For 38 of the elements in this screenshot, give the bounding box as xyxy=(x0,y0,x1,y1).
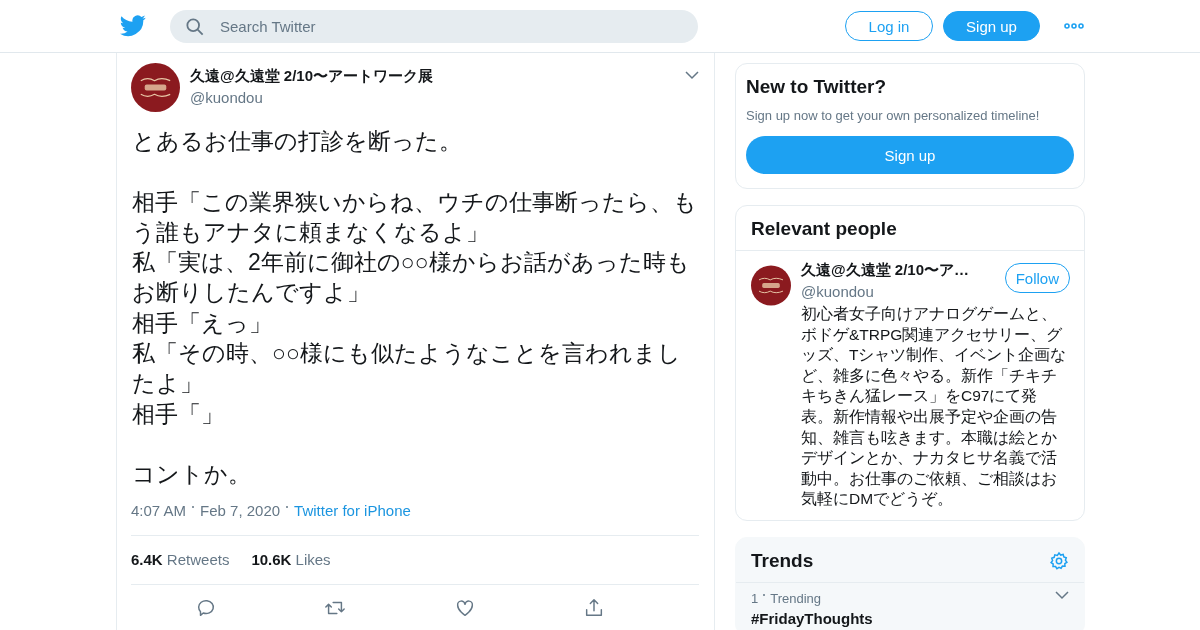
user-name[interactable]: 久遠@久遠堂 2/10〜アートワーク展 xyxy=(190,67,675,86)
bird-logo-icon[interactable] xyxy=(120,15,146,37)
stat-count: 6.4K xyxy=(131,550,163,568)
tweet-text-line: 相手「」 xyxy=(132,399,225,429)
tweet-time: 4:07 AM xyxy=(131,501,187,519)
sign-up-button[interactable]: Sign up xyxy=(746,136,1074,174)
stat-label: Retweets xyxy=(166,550,230,568)
card-title: Relevant people xyxy=(736,206,1084,251)
card-title: Trends xyxy=(751,549,814,572)
tweet-text-line: 相手「えっ」 xyxy=(132,308,273,338)
stat-label: Likes xyxy=(295,550,331,568)
user-handle[interactable]: @kuondou xyxy=(801,283,997,300)
tweet-text-line: 私「その時、○○様にも似たようなことを言われましたよ」 xyxy=(132,339,682,399)
avatar xyxy=(131,63,180,112)
tweet-date: Feb 7, 2020 xyxy=(200,501,281,519)
trend-context: Trending xyxy=(770,590,822,606)
user-handle[interactable]: @kuondou xyxy=(190,89,675,106)
trend-name[interactable]: #FridayThoughts xyxy=(751,609,1055,627)
search-icon xyxy=(186,17,204,36)
search-field[interactable]: Search Twitter xyxy=(170,9,698,43)
sign-up-button[interactable]: Sign up xyxy=(943,11,1040,41)
tweet-text-line: とあるお仕事の打診を断った。 xyxy=(132,127,463,156)
follow-button[interactable]: Follow xyxy=(1004,263,1070,293)
source-link[interactable]: Twitter for iPhone xyxy=(294,501,411,519)
more-icon[interactable] xyxy=(1064,23,1084,29)
chevron-down-icon[interactable] xyxy=(685,71,699,80)
chevron-down-icon[interactable] xyxy=(1055,590,1069,600)
user-bio: 初心者女子向けアナログゲームと、ボドゲ&TRPG関連アクセサリー、グッズ、Tシャツ制作、イベント企画など、雑多に色々やる。新作「チキチキちきん猛レース」をC97にて発表。新作情報や出展予定や企画の告知、雑言も呟きます。本職は絵とかデザインとか、ナカタヒサ名義で活動中。お仕事のご依頼、ご相談はお気軽にDMでどうぞ。 xyxy=(801,304,1068,510)
user-name[interactable]: 久遠@久遠堂 2/10〜ア… xyxy=(801,261,997,280)
tweet-text-line: 私「実は、2年前に御社の○○様からお話があった時もお断りしたんですよ」 xyxy=(132,248,691,308)
tweet-text-line: コントか。 xyxy=(132,460,252,490)
stat-count: 10.6K xyxy=(251,550,292,568)
log-in-button[interactable]: Log in xyxy=(845,11,933,41)
tweet-text-line: 相手「この業界狭いからね、ウチの仕事断ったら、もう誰もアナタに頼まなくなるよ」 xyxy=(132,187,698,247)
settings-icon[interactable] xyxy=(1049,550,1069,571)
card-title: New to Twitter? xyxy=(746,76,888,98)
card-text: Sign up now to get your own personalized timeline! xyxy=(746,108,1041,123)
trend-rank: 1 xyxy=(751,590,759,606)
